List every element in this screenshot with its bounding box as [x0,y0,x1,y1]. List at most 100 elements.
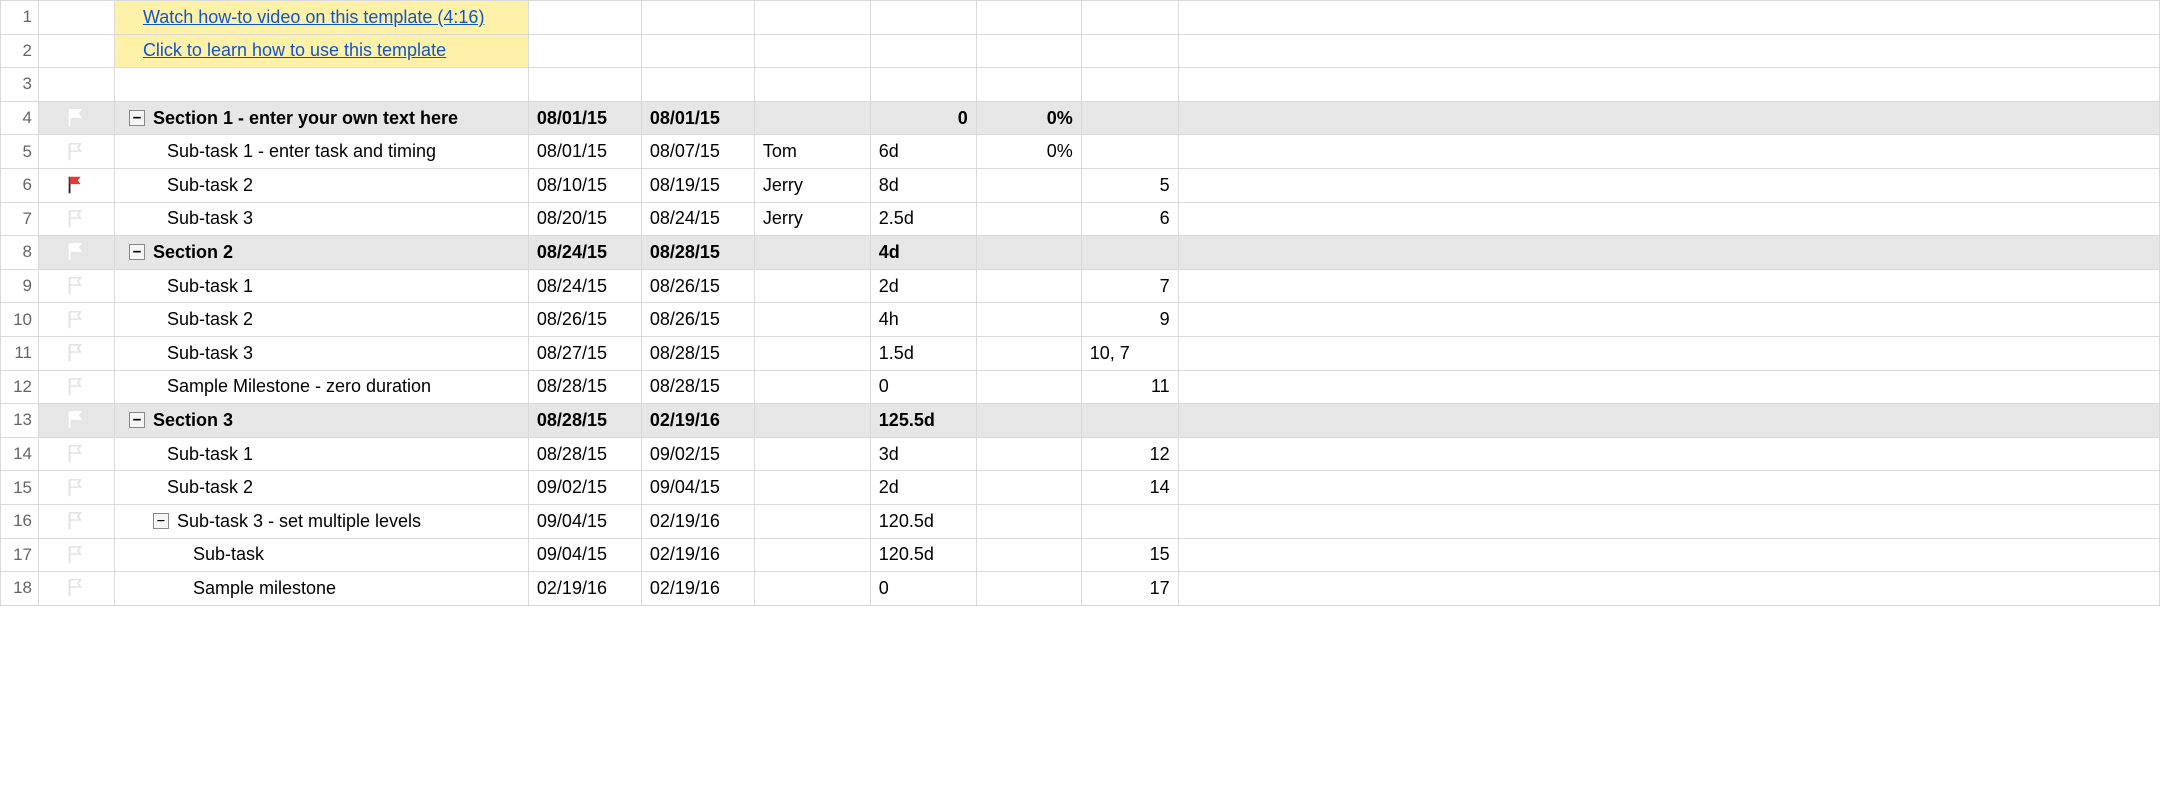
predecessors[interactable]: 14 [1081,471,1178,505]
duration[interactable]: 1.5d [870,336,976,370]
flag-cell[interactable] [38,168,114,202]
assignee[interactable] [754,303,870,337]
row-number[interactable]: 12 [1,370,39,404]
trailing-cell[interactable] [1178,572,2159,606]
percent-complete[interactable] [976,404,1081,438]
end-date[interactable] [641,1,754,35]
task-cell[interactable]: −Section 1 - enter your own text here [114,101,528,135]
predecessors[interactable]: 10, 7 [1081,336,1178,370]
predecessors[interactable] [1081,504,1178,538]
table-row[interactable]: 10Sub-task 208/26/1508/26/154h9 [1,303,2160,337]
trailing-cell[interactable] [1178,236,2159,270]
end-date[interactable]: 08/28/15 [641,370,754,404]
end-date[interactable]: 09/04/15 [641,471,754,505]
predecessors[interactable]: 11 [1081,370,1178,404]
flag-cell[interactable] [38,370,114,404]
flag-cell[interactable] [38,236,114,270]
task-cell[interactable]: Click to learn how to use this template [114,34,528,68]
start-date[interactable]: 09/04/15 [528,538,641,572]
task-cell[interactable]: −Sub-task 3 - set multiple levels [114,504,528,538]
row-number[interactable]: 13 [1,404,39,438]
row-number[interactable]: 2 [1,34,39,68]
task-cell[interactable]: Sub-task 2 [114,471,528,505]
trailing-cell[interactable] [1178,101,2159,135]
row-number[interactable]: 16 [1,504,39,538]
assignee[interactable]: Jerry [754,168,870,202]
table-row[interactable]: 13−Section 308/28/1502/19/16125.5d [1,404,2160,438]
row-number[interactable]: 4 [1,101,39,135]
end-date[interactable]: 02/19/16 [641,538,754,572]
flag-cell[interactable] [38,471,114,505]
row-number[interactable]: 1 [1,1,39,35]
duration[interactable]: 0 [870,572,976,606]
task-cell[interactable]: −Section 3 [114,404,528,438]
trailing-cell[interactable] [1178,68,2159,102]
flag-cell[interactable] [38,336,114,370]
predecessors[interactable] [1081,1,1178,35]
trailing-cell[interactable] [1178,135,2159,169]
end-date[interactable]: 08/26/15 [641,269,754,303]
assignee[interactable] [754,68,870,102]
percent-complete[interactable] [976,68,1081,102]
table-row[interactable]: 9Sub-task 108/24/1508/26/152d7 [1,269,2160,303]
table-row[interactable]: 12Sample Milestone - zero duration08/28/… [1,370,2160,404]
table-row[interactable]: 3 [1,68,2160,102]
predecessors[interactable] [1081,68,1178,102]
table-row[interactable]: 4 −Section 1 - enter your own text here08… [1,101,2160,135]
flag-cell[interactable] [38,135,114,169]
percent-complete[interactable] [976,202,1081,236]
task-cell[interactable]: Watch how-to video on this template (4:1… [114,1,528,35]
trailing-cell[interactable] [1178,202,2159,236]
percent-complete[interactable]: 0% [976,101,1081,135]
percent-complete[interactable] [976,236,1081,270]
flag-cell[interactable] [38,437,114,471]
start-date[interactable]: 09/04/15 [528,504,641,538]
end-date[interactable]: 09/02/15 [641,437,754,471]
assignee[interactable]: Tom [754,135,870,169]
end-date[interactable]: 08/19/15 [641,168,754,202]
table-row[interactable]: 11Sub-task 308/27/1508/28/151.5d10, 7 [1,336,2160,370]
predecessors[interactable] [1081,236,1178,270]
task-cell[interactable]: Sample milestone [114,572,528,606]
flag-cell[interactable] [38,404,114,438]
percent-complete[interactable] [976,370,1081,404]
template-link[interactable]: Click to learn how to use this template [143,40,446,60]
task-cell[interactable]: Sub-task 1 [114,437,528,471]
start-date[interactable]: 08/24/15 [528,236,641,270]
trailing-cell[interactable] [1178,34,2159,68]
assignee[interactable] [754,538,870,572]
start-date[interactable]: 08/28/15 [528,370,641,404]
assignee[interactable] [754,101,870,135]
table-row[interactable]: 16 −Sub-task 3 - set multiple levels09/04… [1,504,2160,538]
predecessors[interactable] [1081,34,1178,68]
predecessors[interactable]: 12 [1081,437,1178,471]
start-date[interactable]: 08/28/15 [528,437,641,471]
trailing-cell[interactable] [1178,437,2159,471]
task-cell[interactable]: Sub-task 2 [114,168,528,202]
table-row[interactable]: 15Sub-task 209/02/1509/04/152d14 [1,471,2160,505]
flag-cell[interactable] [38,504,114,538]
row-number[interactable]: 11 [1,336,39,370]
duration[interactable]: 2d [870,471,976,505]
row-number[interactable]: 18 [1,572,39,606]
task-cell[interactable]: −Section 2 [114,236,528,270]
start-date[interactable]: 09/02/15 [528,471,641,505]
flag-cell[interactable] [38,1,114,35]
start-date[interactable]: 08/24/15 [528,269,641,303]
percent-complete[interactable] [976,572,1081,606]
duration[interactable] [870,1,976,35]
trailing-cell[interactable] [1178,336,2159,370]
table-row[interactable]: 17Sub-task09/04/1502/19/16120.5d15 [1,538,2160,572]
percent-complete[interactable] [976,1,1081,35]
end-date[interactable]: 08/28/15 [641,236,754,270]
task-cell[interactable]: Sub-task 3 [114,202,528,236]
duration[interactable]: 4h [870,303,976,337]
flag-cell[interactable] [38,202,114,236]
trailing-cell[interactable] [1178,303,2159,337]
trailing-cell[interactable] [1178,1,2159,35]
start-date[interactable] [528,68,641,102]
collapse-toggle[interactable]: − [129,110,145,126]
start-date[interactable]: 08/01/15 [528,101,641,135]
task-cell[interactable]: Sub-task 1 [114,269,528,303]
percent-complete[interactable] [976,538,1081,572]
